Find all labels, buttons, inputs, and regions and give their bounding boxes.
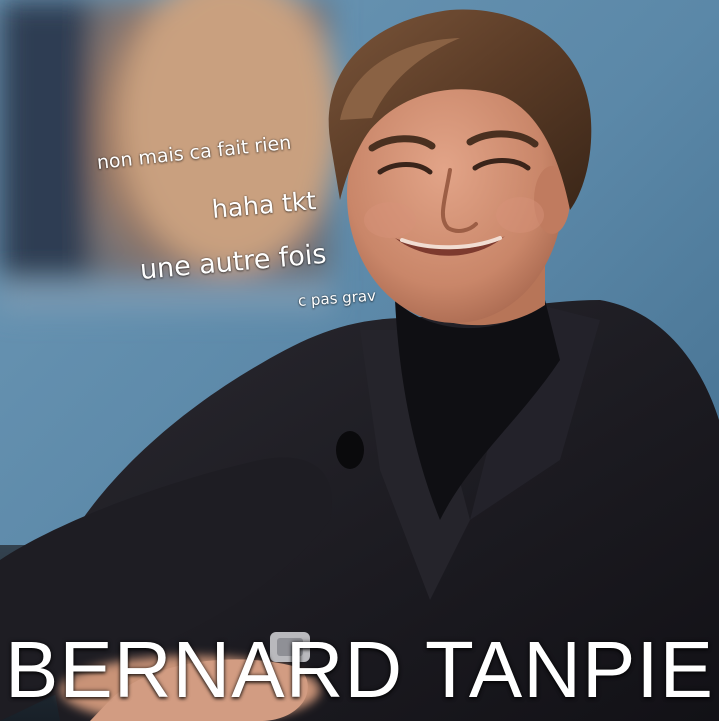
meme-image: non mais ca fait rien haha tkt une autre… [0, 0, 719, 721]
photo-scene [0, 0, 719, 721]
meme-title: BERNARD TANPIE [5, 625, 714, 714]
